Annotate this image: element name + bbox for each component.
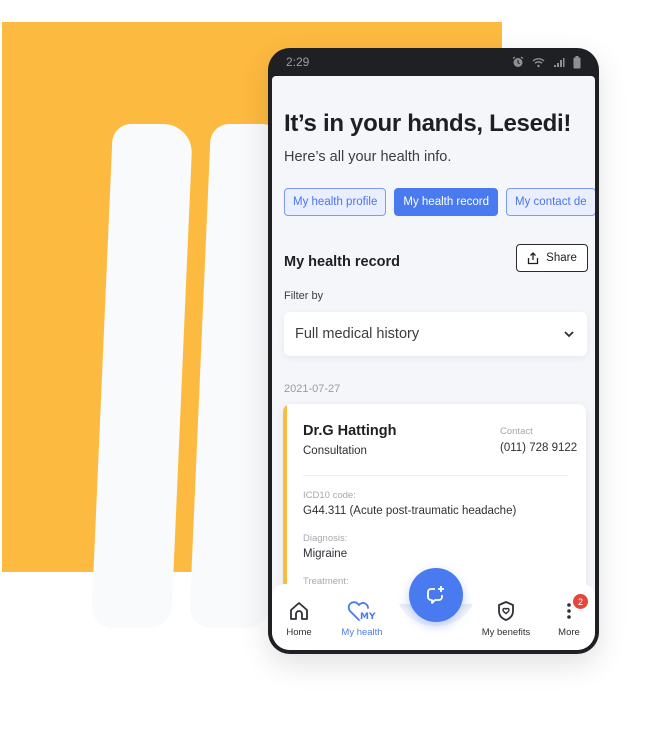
shield-icon: [498, 601, 514, 621]
signal-icon: [554, 57, 565, 67]
card-accent-bar: [283, 404, 287, 604]
visit-type: Consultation: [303, 445, 367, 457]
contact-label: Contact: [500, 426, 533, 437]
share-label: Share: [546, 252, 577, 264]
notification-badge: 2: [573, 594, 588, 609]
icd-code-label: ICD10 code:: [303, 490, 356, 501]
record-date: 2021-07-27: [284, 383, 341, 395]
tab-my-health-profile[interactable]: My health profile: [284, 188, 387, 216]
battery-icon: [573, 55, 581, 68]
nav-home[interactable]: Home: [272, 600, 329, 638]
card-divider: [303, 475, 568, 476]
app-screen: It’s in your hands, Lesedi! Here’s all y…: [272, 76, 595, 650]
nav-more[interactable]: 2 More: [539, 594, 595, 638]
nav-my-benefits-label: My benefits: [481, 627, 531, 638]
nav-home-label: Home: [286, 627, 312, 638]
nav-my-health-label: My health: [341, 627, 383, 638]
home-icon: [290, 602, 308, 620]
status-bar: 2:29: [272, 48, 595, 76]
contact-phone[interactable]: (011) 728 9122: [500, 442, 577, 454]
filter-label: Filter by: [284, 290, 324, 302]
page-title: It’s in your hands, Lesedi!: [284, 110, 572, 137]
share-icon: [528, 251, 539, 264]
diagnosis-label: Diagnosis:: [303, 533, 348, 544]
tab-my-contact-details[interactable]: My contact de: [506, 188, 595, 216]
add-consultation-fab[interactable]: [409, 568, 463, 622]
wifi-icon: [532, 57, 545, 67]
phone-frame: 2:29 It’s in your hands, Lesedi! Here’s …: [268, 48, 599, 654]
section-title: My health record: [284, 254, 401, 270]
my-health-heart-icon: MY: [347, 601, 376, 622]
status-icons: [512, 55, 581, 69]
chevron-down-icon: [564, 331, 574, 338]
share-button[interactable]: Share: [516, 244, 588, 272]
page-subtitle: Here’s all your health info.: [284, 149, 452, 165]
bottom-navigation: Home MY My health My benefits 2 More: [272, 568, 595, 650]
icd-code-value: G44.311 (Acute post-traumatic headache): [303, 505, 517, 517]
filter-selected-value: Full medical history: [295, 326, 420, 342]
nav-my-benefits[interactable]: My benefits: [476, 600, 536, 638]
alarm-icon: [512, 56, 524, 67]
nav-my-health[interactable]: MY My health: [332, 600, 392, 638]
filter-dropdown[interactable]: Full medical history: [284, 312, 587, 356]
tab-bar: My health profile My health record My co…: [284, 188, 595, 216]
doctor-name: Dr.G Hattingh: [303, 423, 397, 439]
nav-more-label: More: [558, 627, 580, 638]
status-time: 2:29: [286, 55, 310, 69]
tab-my-health-record[interactable]: My health record: [394, 188, 499, 216]
chat-plus-icon: [427, 586, 444, 604]
diagnosis-value: Migraine: [303, 548, 348, 560]
svg-text:MY: MY: [360, 612, 376, 622]
